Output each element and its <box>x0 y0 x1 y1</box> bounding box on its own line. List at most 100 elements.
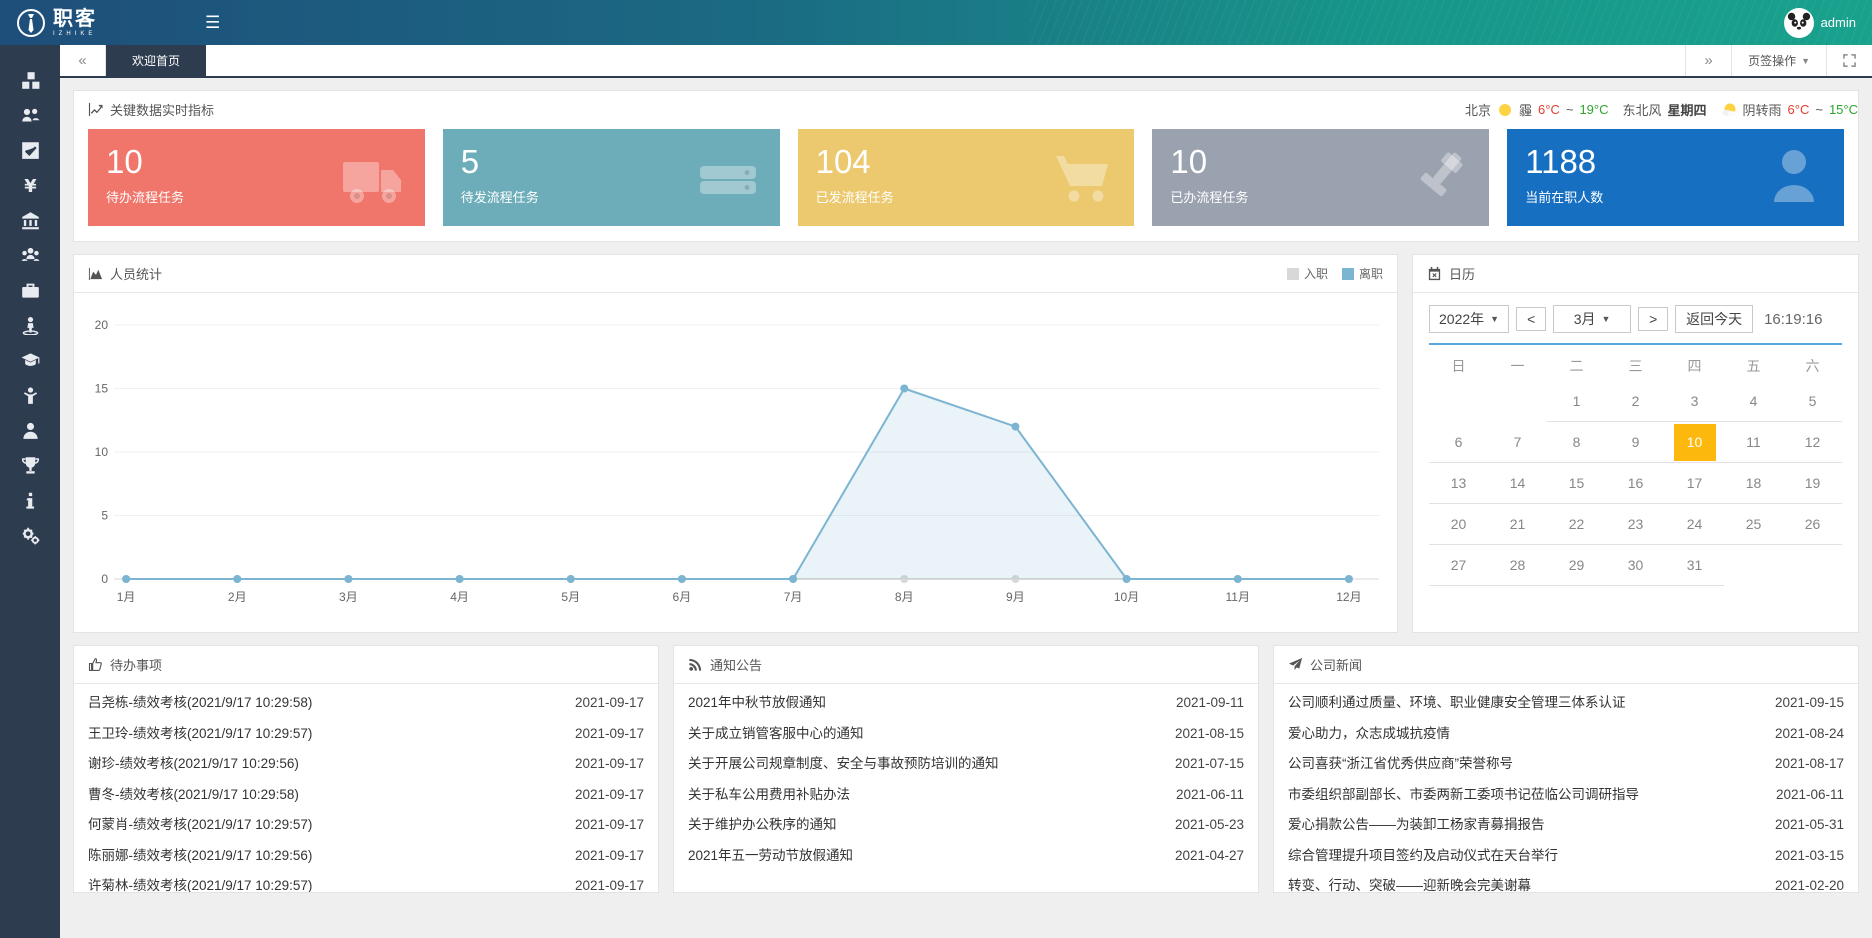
list-item-date: 2021-08-15 <box>1175 719 1244 750</box>
thumbs-up-icon <box>88 657 103 672</box>
calendar-day-25[interactable]: 25 <box>1724 504 1783 545</box>
tab-operations-dropdown[interactable]: 页签操作 ▼ <box>1731 45 1826 76</box>
calendar-day-9[interactable]: 9 <box>1606 422 1665 463</box>
sidebar-item-graduation-cap[interactable] <box>0 343 60 378</box>
calendar-day-22[interactable]: 22 <box>1547 504 1606 545</box>
calendar-day-13[interactable]: 13 <box>1429 463 1488 504</box>
weather-cond-today: 霾 <box>1519 100 1532 119</box>
calendar-day-7[interactable]: 7 <box>1488 422 1547 463</box>
list-item[interactable]: 转变、行动、突破——迎新晚会完美谢幕2021-02-20 <box>1288 871 1844 893</box>
list-item[interactable]: 王卫玲-绩效考核(2021/9/17 10:29:57)2021-09-17 <box>88 719 644 750</box>
sidebar-item-check-square[interactable] <box>0 133 60 168</box>
calendar-day-1[interactable]: 1 <box>1547 381 1606 422</box>
line-chart-icon <box>88 102 103 117</box>
list-item[interactable]: 关于开展公司规章制度、安全与事故预防培训的通知2021-07-15 <box>688 749 1244 780</box>
list-item[interactable]: 公司喜获“浙江省优秀供应商”荣誉称号2021-08-17 <box>1288 749 1844 780</box>
fullscreen-icon[interactable] <box>1826 45 1872 76</box>
list-item[interactable]: 关于成立销管客服中心的通知2021-08-15 <box>688 719 1244 750</box>
kpi-card-2[interactable]: 104已发流程任务 <box>798 129 1135 226</box>
calendar-day-11[interactable]: 11 <box>1724 422 1783 463</box>
sidebar-item-cubes[interactable] <box>0 63 60 98</box>
calendar-day-21[interactable]: 21 <box>1488 504 1547 545</box>
list-item[interactable]: 综合管理提升项目签约及启动仪式在天台举行2021-03-15 <box>1288 841 1844 872</box>
sidebar-item-bank[interactable] <box>0 203 60 238</box>
calendar-day-29[interactable]: 29 <box>1547 545 1606 586</box>
kpi-card-4[interactable]: 1188当前在职人数 <box>1507 129 1844 226</box>
list-item[interactable]: 公司顺利通过质量、环境、职业健康安全管理三体系认证2021-09-15 <box>1288 688 1844 719</box>
calendar-day-3[interactable]: 3 <box>1665 381 1724 422</box>
list-item[interactable]: 关于私车公用费用补贴办法2021-06-11 <box>688 780 1244 811</box>
prev-month-button[interactable]: < <box>1516 307 1546 331</box>
calendar-day-27[interactable]: 27 <box>1429 545 1488 586</box>
calendar-day-8[interactable]: 8 <box>1547 422 1606 463</box>
check-square-icon <box>21 141 40 160</box>
list-item[interactable]: 何蒙肖-绩效考核(2021/9/17 10:29:57)2021-09-17 <box>88 810 644 841</box>
back-to-today-button[interactable]: 返回今天 <box>1675 305 1753 333</box>
weather-city: 北京 <box>1465 100 1491 119</box>
kpi-card-3[interactable]: 10已办流程任务 <box>1152 129 1489 226</box>
list-item[interactable]: 爱心助力，众志成城抗疫情2021-08-24 <box>1288 719 1844 750</box>
calendar-day-31[interactable]: 31 <box>1665 545 1724 586</box>
tab-home[interactable]: 欢迎首页 <box>106 45 206 76</box>
calendar-grid: 1234567891011121314151617181920212223242… <box>1429 381 1842 586</box>
list-item[interactable]: 许菊林-绩效考核(2021/9/17 10:29:57)2021-09-17 <box>88 871 644 893</box>
user-menu[interactable]: admin <box>1784 0 1856 45</box>
svg-text:15: 15 <box>95 382 109 396</box>
hamburger-icon[interactable]: ☰ <box>205 0 220 45</box>
logo-subtext: IZHIKE <box>53 31 97 37</box>
calendar-day-6[interactable]: 6 <box>1429 422 1488 463</box>
calendar-day-19[interactable]: 19 <box>1783 463 1842 504</box>
list-item-title: 谢珍-绩效考核(2021/9/17 10:29:56) <box>88 749 313 780</box>
list-item[interactable]: 2021年五一劳动节放假通知2021-04-27 <box>688 841 1244 872</box>
calendar-day-14[interactable]: 14 <box>1488 463 1547 504</box>
calendar-day-20[interactable]: 20 <box>1429 504 1488 545</box>
weather-weekday: 星期四 <box>1668 100 1707 119</box>
calendar-day-23[interactable]: 23 <box>1606 504 1665 545</box>
calendar-day-26[interactable]: 26 <box>1783 504 1842 545</box>
list-item[interactable]: 市委组织部副部长、市委两新工委项书记莅临公司调研指导2021-06-11 <box>1288 780 1844 811</box>
list-item-date: 2021-02-20 <box>1775 871 1844 893</box>
sidebar-item-briefcase[interactable] <box>0 273 60 308</box>
year-select[interactable]: 2022年▼ <box>1429 305 1509 333</box>
calendar-day-30[interactable]: 30 <box>1606 545 1665 586</box>
list-item[interactable]: 关于维护办公秩序的通知2021-05-23 <box>688 810 1244 841</box>
todo-title: 待办事项 <box>110 655 162 674</box>
calendar-day-2[interactable]: 2 <box>1606 381 1665 422</box>
sidebar-item-trophy[interactable] <box>0 448 60 483</box>
list-item[interactable]: 谢珍-绩效考核(2021/9/17 10:29:56)2021-09-17 <box>88 749 644 780</box>
kpi-card-0[interactable]: 10待办流程任务 <box>88 129 425 226</box>
sidebar-item-users[interactable] <box>0 98 60 133</box>
next-month-button[interactable]: > <box>1638 307 1668 331</box>
calendar-day-10[interactable]: 10 <box>1665 422 1724 463</box>
calendar-day-28[interactable]: 28 <box>1488 545 1547 586</box>
calendar-day-18[interactable]: 18 <box>1724 463 1783 504</box>
app-logo[interactable]: 职客 IZHIKE <box>0 8 97 38</box>
double-chevron-right-icon[interactable]: » <box>1685 45 1731 76</box>
list-item[interactable]: 陈丽娜-绩效考核(2021/9/17 10:29:56)2021-09-17 <box>88 841 644 872</box>
legend-item-离职[interactable]: 离职 <box>1342 265 1383 282</box>
sidebar-item-user[interactable] <box>0 413 60 448</box>
calendar-day-4[interactable]: 4 <box>1724 381 1783 422</box>
sidebar-item-info[interactable] <box>0 483 60 518</box>
calendar-day-16[interactable]: 16 <box>1606 463 1665 504</box>
list-item[interactable]: 曹冬-绩效考核(2021/9/17 10:29:58)2021-09-17 <box>88 780 644 811</box>
double-chevron-left-icon[interactable]: « <box>60 45 106 76</box>
calendar-day-12[interactable]: 12 <box>1783 422 1842 463</box>
sidebar-item-child[interactable] <box>0 378 60 413</box>
list-item[interactable]: 2021年中秋节放假通知2021-09-11 <box>688 688 1244 719</box>
sidebar-item-yen[interactable]: ¥ <box>0 168 60 203</box>
list-item[interactable]: 爱心捐款公告——为装卸工杨家青募捐报告2021-05-31 <box>1288 810 1844 841</box>
calendar-day-5[interactable]: 5 <box>1783 381 1842 422</box>
month-select[interactable]: 3月▼ <box>1553 305 1631 333</box>
calendar-day-15[interactable]: 15 <box>1547 463 1606 504</box>
weekday-label: 二 <box>1547 351 1606 381</box>
sidebar-item-team[interactable] <box>0 238 60 273</box>
sidebar-item-street-view[interactable] <box>0 308 60 343</box>
sidebar-item-gears[interactable] <box>0 518 60 553</box>
svg-text:5月: 5月 <box>561 590 580 604</box>
calendar-day-17[interactable]: 17 <box>1665 463 1724 504</box>
kpi-card-1[interactable]: 5待发流程任务 <box>443 129 780 226</box>
calendar-day-24[interactable]: 24 <box>1665 504 1724 545</box>
legend-item-入职[interactable]: 入职 <box>1287 265 1328 282</box>
list-item[interactable]: 吕尧栋-绩效考核(2021/9/17 10:29:58)2021-09-17 <box>88 688 644 719</box>
